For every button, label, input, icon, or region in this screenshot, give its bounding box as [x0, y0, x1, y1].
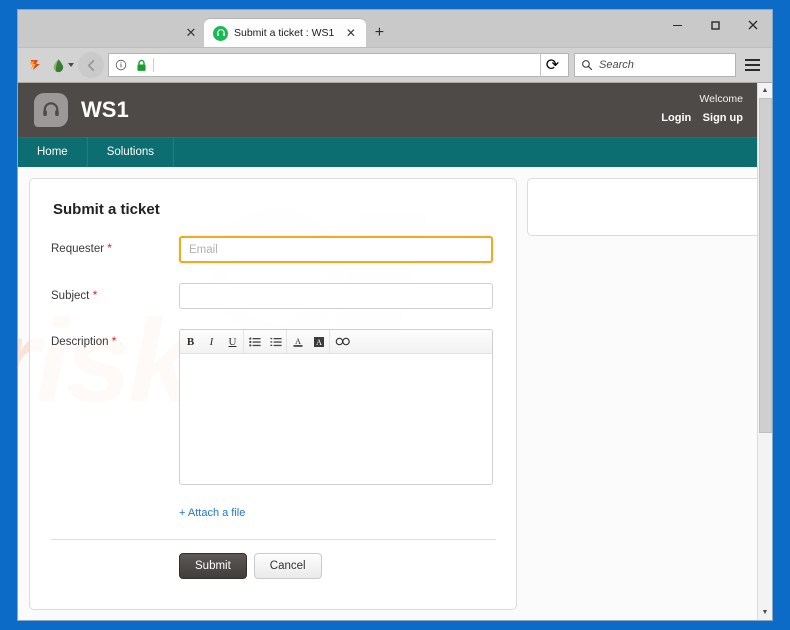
maximize-icon[interactable] [696, 10, 734, 40]
field-row-description: Description * B I U A A [51, 329, 496, 485]
svg-text:A: A [316, 338, 322, 347]
reload-icon[interactable]: ⟳ [540, 53, 564, 77]
site-nav: Home Solutions [18, 137, 757, 167]
window-controls [658, 10, 772, 40]
editor-group-text: B I U [180, 330, 244, 353]
attach-row: + Attach a file [179, 503, 496, 521]
submit-button[interactable]: Submit [179, 553, 247, 579]
subject-input[interactable] [179, 283, 493, 309]
scroll-up-icon[interactable]: ▲ [758, 83, 773, 98]
required-asterisk: * [111, 334, 117, 348]
underline-icon[interactable]: U [222, 330, 243, 353]
url-text[interactable] [153, 58, 535, 72]
field-row-requester: Requester * Email [51, 236, 496, 263]
description-textarea[interactable] [180, 354, 492, 484]
nav-item-home[interactable]: Home [18, 137, 88, 167]
scrollbar-thumb[interactable] [758, 98, 772, 433]
adjacent-tab-close-icon[interactable]: ✕ [178, 19, 204, 47]
browser-window: ✕ Submit a ticket : WS1 ✕ + ⟳ Search WS1… [17, 9, 773, 621]
new-tab-button[interactable]: + [366, 19, 392, 47]
web-page: risk.com WS1 Welcome [18, 83, 757, 620]
bullet-list-icon[interactable] [244, 330, 265, 353]
search-input[interactable]: Search [574, 53, 736, 77]
tab-close-icon[interactable]: ✕ [342, 25, 359, 42]
auth-links: Login Sign up [654, 107, 743, 127]
headset-favicon [213, 25, 228, 41]
browser-tab-active[interactable]: Submit a ticket : WS1 ✕ [204, 19, 367, 47]
browser-toolbar: ⟳ Search [18, 47, 772, 82]
chevron-down-icon [67, 63, 74, 67]
shortcut-s-icon[interactable] [24, 53, 48, 77]
tab-title: Submit a ticket : WS1 [234, 27, 335, 39]
required-asterisk: * [107, 241, 112, 255]
search-placeholder: Search [599, 59, 634, 71]
insert-link-icon[interactable] [330, 330, 356, 353]
cancel-button[interactable]: Cancel [253, 553, 322, 579]
close-icon[interactable] [734, 10, 772, 40]
label-requester-text: Requester [51, 243, 105, 255]
browser-titlebar: ✕ Submit a ticket : WS1 ✕ + [18, 10, 772, 47]
page-title: Submit a ticket [53, 201, 160, 218]
site-brand-title: WS1 [81, 97, 129, 122]
label-subject-text: Subject [51, 290, 90, 302]
highlight-color-icon[interactable]: A [308, 330, 329, 353]
headset-logo [34, 93, 68, 127]
requester-email-input[interactable]: Email [179, 236, 493, 263]
signup-link[interactable]: Sign up [703, 112, 743, 124]
welcome-text: Welcome [699, 92, 743, 105]
scrollbar-track[interactable] [758, 98, 773, 605]
bold-icon[interactable]: B [180, 330, 201, 353]
field-row-subject: Subject * [51, 283, 496, 309]
minimize-icon[interactable] [658, 10, 696, 40]
description-editor[interactable]: B I U A A [179, 329, 493, 485]
tab-strip: ✕ Submit a ticket : WS1 ✕ + [18, 18, 392, 47]
label-subject: Subject * [51, 283, 179, 302]
nav-item-solutions[interactable]: Solutions [88, 137, 174, 167]
page-scrollbar[interactable]: ▲ ▼ [757, 83, 772, 620]
page-content: Submit a ticket Requester * Email Subjec… [18, 167, 757, 610]
editor-group-insert [330, 330, 356, 353]
editor-group-lists [244, 330, 287, 353]
extension-droplet-icon[interactable] [50, 53, 74, 77]
label-description-text: Description [51, 336, 109, 348]
url-bar[interactable]: ⟳ [108, 53, 569, 77]
form-actions: Submit Cancel [51, 540, 496, 595]
italic-icon[interactable]: I [201, 330, 222, 353]
font-color-icon[interactable]: A [287, 330, 308, 353]
login-link[interactable]: Login [661, 112, 691, 124]
required-asterisk: * [92, 288, 98, 302]
label-requester: Requester * [51, 236, 179, 255]
svg-text:A: A [295, 337, 301, 346]
header-auth-area: Welcome Login Sign up [654, 93, 743, 127]
padlock-icon[interactable] [134, 57, 148, 73]
editor-toolbar: B I U A A [180, 330, 492, 354]
sidebar-panel [527, 178, 757, 236]
search-icon [582, 60, 593, 71]
numbered-list-icon[interactable] [265, 330, 286, 353]
page-info-icon[interactable] [113, 57, 129, 73]
label-description: Description * [51, 329, 179, 348]
scroll-down-icon[interactable]: ▼ [758, 605, 773, 620]
submit-ticket-card: Submit a ticket Requester * Email Subjec… [29, 178, 517, 610]
attach-file-link[interactable]: + Attach a file [179, 507, 245, 519]
back-arrow-icon[interactable] [78, 52, 104, 78]
page-viewport: risk.com WS1 Welcome [18, 82, 772, 620]
site-header: WS1 Welcome Login Sign up [18, 83, 757, 137]
editor-group-colors: A A [287, 330, 330, 353]
browser-menu-icon[interactable] [738, 52, 766, 78]
